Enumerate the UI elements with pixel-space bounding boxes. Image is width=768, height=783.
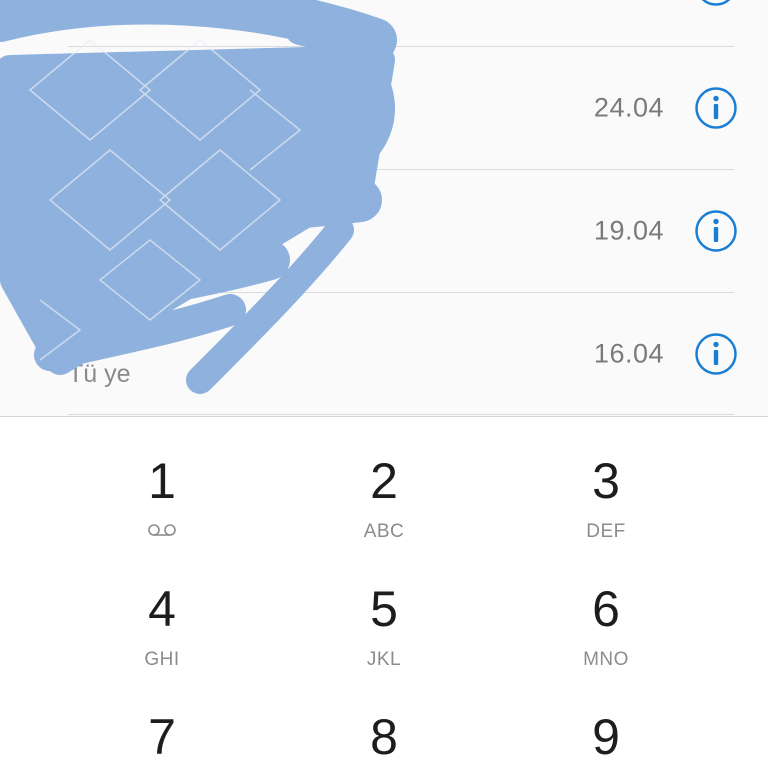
key-digit: 7 (148, 709, 176, 765)
dialpad-key-4[interactable]: 4 GHI (62, 545, 262, 670)
dialpad-key-7[interactable]: 7 (62, 673, 262, 783)
key-digit: 4 (148, 581, 176, 637)
voicemail-icon (147, 523, 177, 537)
key-digit: 9 (592, 709, 620, 765)
dialpad-key-6[interactable]: 6 MNO (506, 545, 706, 670)
key-letters: MNO (583, 649, 629, 670)
key-letters: GHI (144, 649, 180, 670)
divider (68, 414, 734, 415)
call-date: 16.04 (593, 338, 664, 368)
info-icon (702, 0, 730, 6)
info-button[interactable] (694, 332, 738, 376)
dialpad-key-9[interactable]: 9 (506, 673, 706, 783)
dialpad-key-5[interactable]: 5 JKL (284, 545, 484, 670)
key-digit: 8 (370, 709, 398, 765)
dialpad-key-8[interactable]: 8 (284, 673, 484, 783)
key-digit: 2 (370, 453, 398, 509)
call-date: 24.04 (593, 92, 664, 122)
dialpad-key-1[interactable]: 1 (62, 417, 262, 536)
key-digit: 5 (370, 581, 398, 637)
key-digit: 6 (592, 581, 620, 637)
info-icon (695, 332, 737, 375)
call-date: 19.04 (593, 215, 664, 245)
call-log-entry[interactable]: 24.04 (0, 46, 768, 169)
key-digit: 3 (592, 453, 620, 509)
dialpad-key-3[interactable]: 3 DEF (506, 417, 706, 542)
contact-location: Tü ye (68, 360, 131, 388)
call-log-entry[interactable]: 19.04 (0, 169, 768, 292)
info-icon (695, 209, 737, 252)
key-digit: 1 (148, 453, 176, 509)
key-letters: DEF (586, 521, 626, 542)
missed-call-name: n (240, 318, 257, 351)
dialpad-key-2[interactable]: 2 ABC (284, 417, 484, 542)
call-log-entry[interactable] (0, 0, 768, 46)
key-letters: ABC (363, 521, 405, 542)
call-log: 24.04 19.04 16.04 n Tü ye (0, 0, 768, 416)
info-button[interactable] (694, 209, 738, 253)
call-log-entry[interactable]: 16.04 (0, 292, 768, 415)
info-button[interactable] (694, 0, 738, 7)
info-button[interactable] (694, 86, 738, 130)
dialpad: 1 2 ABC 3 DEF 4 GHI 5 JKL 6 MNO 7 8 9 (0, 417, 768, 768)
info-icon (695, 86, 737, 129)
key-letters: JKL (366, 649, 402, 670)
